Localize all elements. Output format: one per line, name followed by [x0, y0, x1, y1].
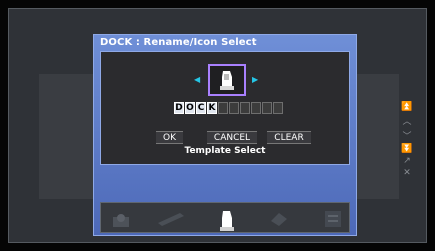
document-icon[interactable]: [321, 209, 345, 229]
name-char-cell[interactable]: [240, 102, 250, 114]
selected-icon-box[interactable]: [208, 64, 246, 96]
dialog-title: DOCK : Rename/Icon Select: [100, 37, 257, 48]
name-char-cell[interactable]: [229, 102, 239, 114]
template-select-button[interactable]: Template Select: [101, 146, 349, 156]
name-entry-field[interactable]: D O C K: [174, 102, 283, 114]
cancel-button[interactable]: CANCEL: [207, 131, 257, 144]
gear-icon[interactable]: [111, 209, 135, 229]
edit-icon[interactable]: ↗: [403, 156, 411, 166]
arrow-down-icon[interactable]: ﹀: [402, 129, 411, 142]
ok-button[interactable]: OK: [156, 131, 183, 144]
name-char-cell[interactable]: [273, 102, 283, 114]
dock-icon: [220, 71, 234, 90]
icon-tray: [100, 202, 350, 233]
rename-icon-select-dialog: DOCK : Rename/Icon Select ◀ ▶ D O C K OK…: [93, 34, 357, 236]
name-char-cell[interactable]: K: [207, 102, 217, 114]
dock-icon[interactable]: [215, 209, 239, 231]
clear-button[interactable]: CLEAR: [267, 131, 311, 144]
name-char-cell[interactable]: O: [185, 102, 195, 114]
name-char-cell[interactable]: [262, 102, 272, 114]
name-char-cell[interactable]: C: [196, 102, 206, 114]
name-char-cell[interactable]: D: [174, 102, 184, 114]
icon-prev-arrow-icon[interactable]: ◀: [194, 75, 200, 84]
dialog-content: ◀ ▶ D O C K OK CANCEL CLEAR Template Sel…: [100, 51, 350, 165]
name-char-cell[interactable]: [218, 102, 228, 114]
close-icon[interactable]: ✕: [403, 168, 411, 178]
arrow-up-double-icon[interactable]: ⏫: [401, 102, 412, 112]
arrow-up-icon[interactable]: ︿: [402, 114, 411, 127]
controller-icon[interactable]: [267, 209, 291, 229]
side-controls: ⏫ ︿ ﹀ ⏬ ↗ ✕: [397, 102, 417, 187]
name-char-cell[interactable]: [251, 102, 261, 114]
cartridge-icon[interactable]: [156, 209, 184, 229]
arrow-down-double-icon[interactable]: ⏬: [401, 144, 412, 154]
icon-next-arrow-icon[interactable]: ▶: [252, 75, 258, 84]
